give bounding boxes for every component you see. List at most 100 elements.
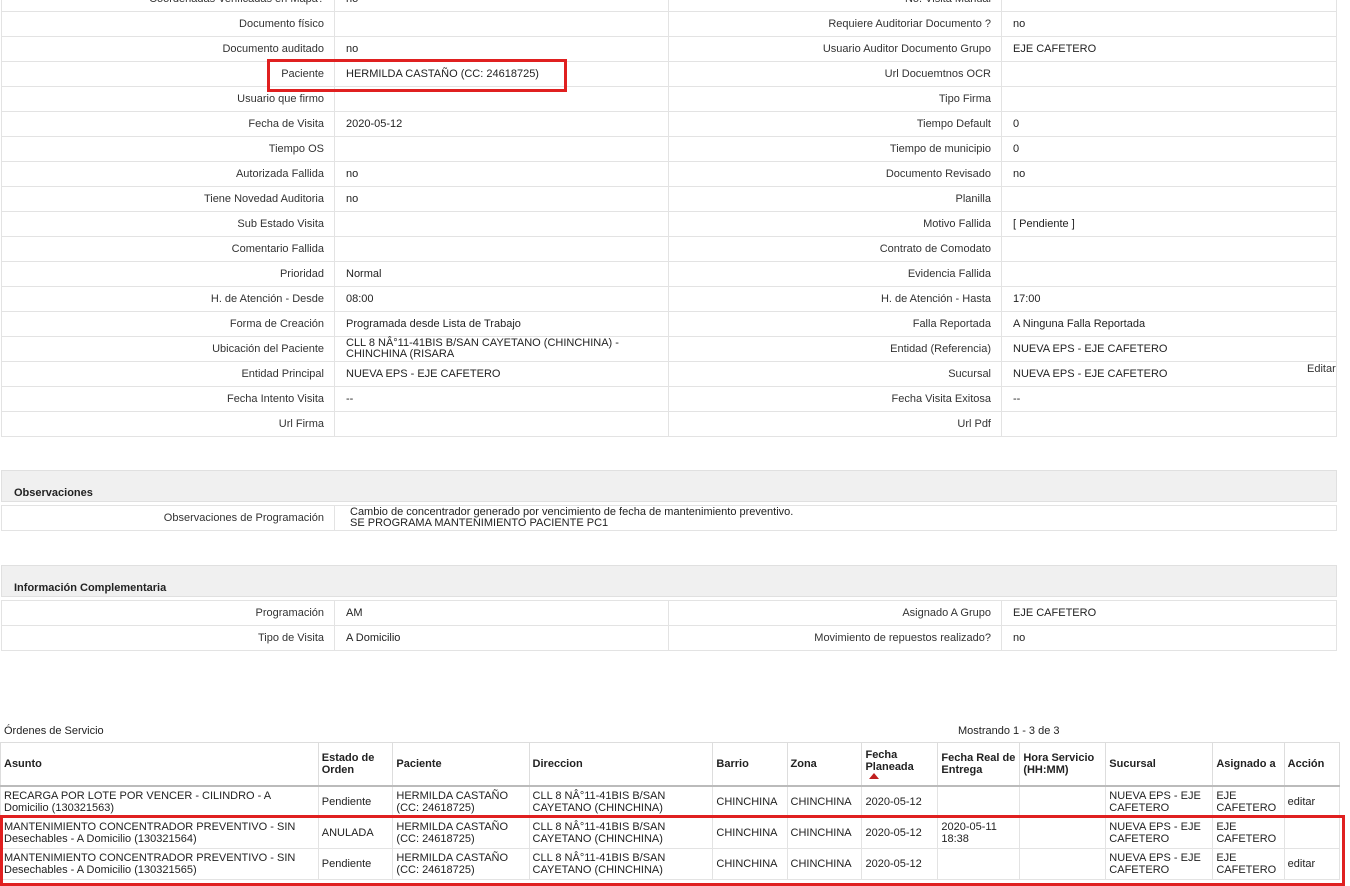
detail-row: Prioridad Normal Evidencia Fallida bbox=[1, 261, 1337, 287]
column-header[interactable]: Direccion bbox=[528, 742, 714, 787]
column-header[interactable]: Paciente bbox=[392, 742, 530, 787]
detail-row: H. de Atención - Desde 08:00 H. de Atenció… bbox=[1, 286, 1337, 312]
order-cell-direccion: CLL 8 NÂ°11-41BIS B/SAN CAYETANO (CHINCH… bbox=[528, 785, 714, 818]
column-header[interactable]: Asunto bbox=[0, 742, 319, 787]
field-value bbox=[334, 411, 669, 437]
field-label: Motivo Fallida bbox=[668, 211, 1002, 237]
column-header-label: Fecha Planeada bbox=[865, 749, 914, 773]
order-cell-fecha-planeada: 2020-05-12 bbox=[861, 848, 939, 880]
order-cell-estado: Pendiente bbox=[317, 785, 394, 818]
field-label: Url Docuemtnos OCR bbox=[668, 61, 1002, 87]
field-value: no bbox=[1001, 625, 1337, 651]
field-label: Prioridad bbox=[1, 261, 335, 287]
field-label: Documento Revisado bbox=[668, 161, 1002, 187]
field-label: Entidad Principal bbox=[1, 361, 335, 387]
order-cell-paciente: HERMILDA CASTAÑO (CC: 24618725) bbox=[392, 848, 530, 880]
field-label: Tipo Firma bbox=[668, 86, 1002, 112]
column-header-label: Asunto bbox=[4, 758, 42, 770]
field-label: Sub Estado Visita bbox=[1, 211, 335, 237]
field-label: Autorizada Fallida bbox=[1, 161, 335, 187]
field-value: AM bbox=[334, 600, 669, 626]
field-label: Tiempo de municipio bbox=[668, 136, 1002, 162]
field-value bbox=[334, 136, 669, 162]
field-label: Fecha Intento Visita bbox=[1, 386, 335, 412]
field-value: -- bbox=[334, 386, 669, 412]
observaciones-header: Observaciones bbox=[1, 470, 1337, 502]
column-header[interactable]: Hora Servicio (HH:MM) bbox=[1019, 742, 1107, 787]
observaciones-label: Observaciones de Programación bbox=[1, 505, 335, 531]
detail-row: Paciente HERMILDA CASTAÑO (CC: 24618725) U… bbox=[1, 61, 1337, 87]
order-cell-barrio: CHINCHINA bbox=[712, 848, 788, 880]
order-cell-sucursal: NUEVA EPS - EJE CAFETERO bbox=[1105, 785, 1214, 818]
field-label: Tiene Novedad Auditoria bbox=[1, 186, 335, 212]
detail-row: Fecha Intento Visita -- Fecha Visita Exito… bbox=[1, 386, 1337, 412]
field-value bbox=[1001, 186, 1337, 212]
order-row[interactable]: MANTENIMIENTO CONCENTRADOR PREVENTIVO - … bbox=[0, 848, 1341, 880]
order-cell-estado: ANULADA bbox=[317, 817, 394, 849]
editar-link[interactable]: Editar bbox=[1307, 363, 1336, 375]
complementaria-row: Tipo de Visita A Domicilio Movimiento de r… bbox=[1, 625, 1337, 651]
sort-ascending-icon[interactable] bbox=[869, 773, 880, 779]
detail-row: Tiene Novedad Auditoria no Planilla bbox=[1, 186, 1337, 212]
column-header[interactable]: Estado de Orden bbox=[317, 742, 394, 787]
column-header[interactable]: Fecha Real de Entrega bbox=[937, 742, 1021, 787]
field-value: no bbox=[334, 186, 669, 212]
complementaria-table: Programación AM Asignado A Grupo EJE CAFETE… bbox=[1, 600, 1337, 651]
order-cell-accion[interactable]: editar bbox=[1283, 785, 1341, 818]
order-cell-hora bbox=[1019, 848, 1107, 880]
field-value bbox=[334, 211, 669, 237]
order-cell-zona: CHINCHINA bbox=[786, 848, 863, 880]
order-row[interactable]: RECARGA POR LOTE POR VENCER - CILINDRO -… bbox=[0, 785, 1341, 818]
order-cell-zona: CHINCHINA bbox=[786, 817, 863, 849]
orders-count: Mostrando 1 - 3 de 3 bbox=[958, 725, 1060, 737]
column-header-label: Fecha Real de Entrega bbox=[941, 752, 1016, 776]
column-header[interactable]: Fecha Planeada bbox=[861, 742, 939, 787]
column-header[interactable]: Zona bbox=[786, 742, 863, 787]
field-label: Tipo de Visita bbox=[1, 625, 335, 651]
field-value: Programada desde Lista de Trabajo bbox=[334, 311, 669, 337]
column-header[interactable]: Acción bbox=[1283, 742, 1341, 787]
field-value: NUEVA EPS - EJE CAFETERO bbox=[1001, 336, 1337, 362]
observaciones-value: Cambio de concentrador generado por venc… bbox=[334, 505, 1337, 531]
field-label: Documento físico bbox=[1, 11, 335, 37]
field-value bbox=[1001, 0, 1337, 12]
field-label: Requiere Auditoriar Documento ? bbox=[668, 11, 1002, 37]
field-value: no bbox=[1001, 161, 1337, 187]
field-label: Contrato de Comodato bbox=[668, 236, 1002, 262]
field-label: Programación bbox=[1, 600, 335, 626]
detail-row: Coordenadas Verificadas en Mapa?noNo. Vi… bbox=[1, 0, 1337, 12]
field-label: Falla Reportada bbox=[668, 311, 1002, 337]
order-cell-accion[interactable]: editar bbox=[1283, 848, 1341, 880]
field-value: HERMILDA CASTAÑO (CC: 24618725) bbox=[334, 61, 669, 87]
detail-row: Url Firma Url Pdf bbox=[1, 411, 1337, 437]
field-value: -- bbox=[1001, 386, 1337, 412]
field-value: 0 bbox=[1001, 111, 1337, 137]
observaciones-line-2: SE PROGRAMA MANTENIMIENTO PACIENTE PC1 bbox=[350, 517, 609, 529]
field-label: Paciente bbox=[1, 61, 335, 87]
column-header-label: Hora Servicio (HH:MM) bbox=[1023, 752, 1095, 776]
detail-row: Autorizada Fallida no Documento Revisado no bbox=[1, 161, 1337, 187]
order-row[interactable]: MANTENIMIENTO CONCENTRADOR PREVENTIVO - … bbox=[0, 817, 1341, 849]
column-header-label: Sucursal bbox=[1109, 758, 1156, 770]
column-header[interactable]: Asignado a bbox=[1212, 742, 1285, 787]
order-cell-paciente: HERMILDA CASTAÑO (CC: 24618725) bbox=[392, 817, 530, 849]
order-cell-paciente: HERMILDA CASTAÑO (CC: 24618725) bbox=[392, 785, 530, 818]
column-header-label: Zona bbox=[790, 758, 817, 770]
detail-row: Documento físico Requiere Auditoriar Docu… bbox=[1, 11, 1337, 37]
field-value: no bbox=[334, 161, 669, 187]
field-value bbox=[1001, 411, 1337, 437]
order-cell-direccion: CLL 8 NÂ°11-41BIS B/SAN CAYETANO (CHINCH… bbox=[528, 848, 714, 880]
field-label: H. de Atención - Desde bbox=[1, 286, 335, 312]
column-header[interactable]: Sucursal bbox=[1105, 742, 1214, 787]
order-cell-fecha-real: 2020-05-11 18:38 bbox=[937, 817, 1021, 849]
orders-table: Asunto Estado de Orden Paciente Direccion Ba… bbox=[0, 742, 1341, 880]
order-cell-asunto: MANTENIMIENTO CONCENTRADOR PREVENTIVO - … bbox=[0, 848, 319, 880]
order-cell-zona: CHINCHINA bbox=[786, 785, 863, 818]
field-label: Sucursal bbox=[668, 361, 1002, 387]
order-cell-hora bbox=[1019, 785, 1107, 818]
column-header[interactable]: Barrio bbox=[712, 742, 788, 787]
field-label: Evidencia Fallida bbox=[668, 261, 1002, 287]
detail-row: Tiempo OS Tiempo de municipio 0 bbox=[1, 136, 1337, 162]
field-value bbox=[1001, 86, 1337, 112]
field-value: 2020-05-12 bbox=[334, 111, 669, 137]
